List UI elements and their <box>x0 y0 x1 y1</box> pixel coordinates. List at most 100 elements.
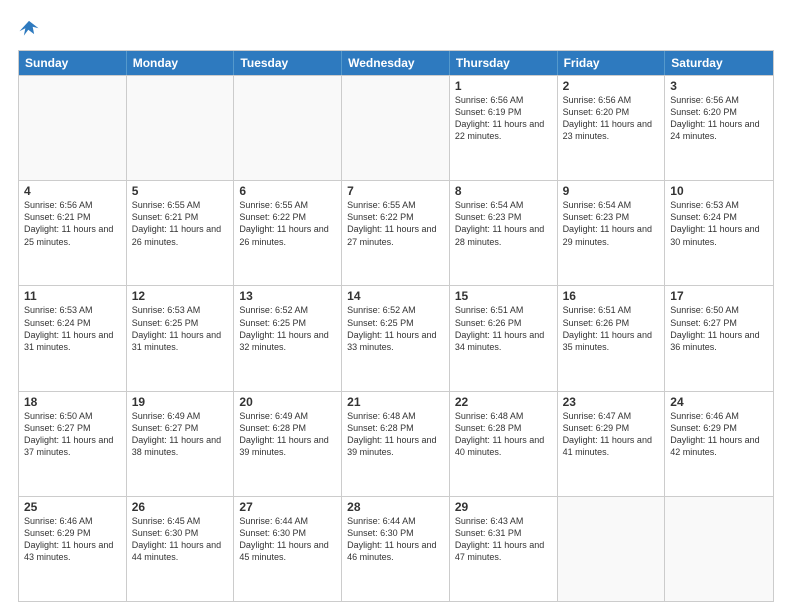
cell-info: Sunrise: 6:51 AM Sunset: 6:26 PM Dayligh… <box>455 304 552 353</box>
day-number: 9 <box>563 184 660 198</box>
calendar-cell: 7Sunrise: 6:55 AM Sunset: 6:22 PM Daylig… <box>342 181 450 285</box>
calendar-cell: 21Sunrise: 6:48 AM Sunset: 6:28 PM Dayli… <box>342 392 450 496</box>
day-number: 4 <box>24 184 121 198</box>
cell-info: Sunrise: 6:52 AM Sunset: 6:25 PM Dayligh… <box>347 304 444 353</box>
day-number: 13 <box>239 289 336 303</box>
cell-info: Sunrise: 6:54 AM Sunset: 6:23 PM Dayligh… <box>455 199 552 248</box>
day-number: 6 <box>239 184 336 198</box>
cell-info: Sunrise: 6:56 AM Sunset: 6:19 PM Dayligh… <box>455 94 552 143</box>
cell-info: Sunrise: 6:43 AM Sunset: 6:31 PM Dayligh… <box>455 515 552 564</box>
cell-info: Sunrise: 6:52 AM Sunset: 6:25 PM Dayligh… <box>239 304 336 353</box>
calendar: SundayMondayTuesdayWednesdayThursdayFrid… <box>18 50 774 602</box>
calendar-cell: 16Sunrise: 6:51 AM Sunset: 6:26 PM Dayli… <box>558 286 666 390</box>
calendar-cell <box>234 76 342 180</box>
day-number: 17 <box>670 289 768 303</box>
day-number: 28 <box>347 500 444 514</box>
cell-info: Sunrise: 6:56 AM Sunset: 6:20 PM Dayligh… <box>563 94 660 143</box>
day-number: 7 <box>347 184 444 198</box>
cell-info: Sunrise: 6:55 AM Sunset: 6:21 PM Dayligh… <box>132 199 229 248</box>
calendar-cell: 3Sunrise: 6:56 AM Sunset: 6:20 PM Daylig… <box>665 76 773 180</box>
cell-info: Sunrise: 6:44 AM Sunset: 6:30 PM Dayligh… <box>347 515 444 564</box>
day-number: 15 <box>455 289 552 303</box>
cell-info: Sunrise: 6:55 AM Sunset: 6:22 PM Dayligh… <box>347 199 444 248</box>
calendar-cell: 25Sunrise: 6:46 AM Sunset: 6:29 PM Dayli… <box>19 497 127 601</box>
cell-info: Sunrise: 6:53 AM Sunset: 6:24 PM Dayligh… <box>24 304 121 353</box>
cell-info: Sunrise: 6:49 AM Sunset: 6:28 PM Dayligh… <box>239 410 336 459</box>
cell-info: Sunrise: 6:44 AM Sunset: 6:30 PM Dayligh… <box>239 515 336 564</box>
day-number: 20 <box>239 395 336 409</box>
cell-info: Sunrise: 6:46 AM Sunset: 6:29 PM Dayligh… <box>24 515 121 564</box>
cell-info: Sunrise: 6:47 AM Sunset: 6:29 PM Dayligh… <box>563 410 660 459</box>
cell-info: Sunrise: 6:45 AM Sunset: 6:30 PM Dayligh… <box>132 515 229 564</box>
day-number: 27 <box>239 500 336 514</box>
calendar-row: 18Sunrise: 6:50 AM Sunset: 6:27 PM Dayli… <box>19 391 773 496</box>
calendar-cell: 13Sunrise: 6:52 AM Sunset: 6:25 PM Dayli… <box>234 286 342 390</box>
calendar-cell: 26Sunrise: 6:45 AM Sunset: 6:30 PM Dayli… <box>127 497 235 601</box>
calendar-cell: 6Sunrise: 6:55 AM Sunset: 6:22 PM Daylig… <box>234 181 342 285</box>
calendar-cell <box>342 76 450 180</box>
calendar-cell: 27Sunrise: 6:44 AM Sunset: 6:30 PM Dayli… <box>234 497 342 601</box>
logo-icon <box>18 18 40 40</box>
weekday-header: Wednesday <box>342 51 450 75</box>
calendar-header: SundayMondayTuesdayWednesdayThursdayFrid… <box>19 51 773 75</box>
calendar-cell: 2Sunrise: 6:56 AM Sunset: 6:20 PM Daylig… <box>558 76 666 180</box>
calendar-cell: 23Sunrise: 6:47 AM Sunset: 6:29 PM Dayli… <box>558 392 666 496</box>
cell-info: Sunrise: 6:48 AM Sunset: 6:28 PM Dayligh… <box>347 410 444 459</box>
calendar-cell <box>19 76 127 180</box>
day-number: 10 <box>670 184 768 198</box>
calendar-cell: 9Sunrise: 6:54 AM Sunset: 6:23 PM Daylig… <box>558 181 666 285</box>
calendar-cell: 28Sunrise: 6:44 AM Sunset: 6:30 PM Dayli… <box>342 497 450 601</box>
calendar-cell <box>558 497 666 601</box>
calendar-row: 4Sunrise: 6:56 AM Sunset: 6:21 PM Daylig… <box>19 180 773 285</box>
day-number: 22 <box>455 395 552 409</box>
day-number: 19 <box>132 395 229 409</box>
calendar-row: 11Sunrise: 6:53 AM Sunset: 6:24 PM Dayli… <box>19 285 773 390</box>
calendar-cell: 14Sunrise: 6:52 AM Sunset: 6:25 PM Dayli… <box>342 286 450 390</box>
day-number: 3 <box>670 79 768 93</box>
day-number: 18 <box>24 395 121 409</box>
calendar-cell: 24Sunrise: 6:46 AM Sunset: 6:29 PM Dayli… <box>665 392 773 496</box>
weekday-header: Tuesday <box>234 51 342 75</box>
day-number: 2 <box>563 79 660 93</box>
weekday-header: Monday <box>127 51 235 75</box>
cell-info: Sunrise: 6:56 AM Sunset: 6:20 PM Dayligh… <box>670 94 768 143</box>
day-number: 16 <box>563 289 660 303</box>
cell-info: Sunrise: 6:50 AM Sunset: 6:27 PM Dayligh… <box>670 304 768 353</box>
weekday-header: Sunday <box>19 51 127 75</box>
cell-info: Sunrise: 6:55 AM Sunset: 6:22 PM Dayligh… <box>239 199 336 248</box>
cell-info: Sunrise: 6:51 AM Sunset: 6:26 PM Dayligh… <box>563 304 660 353</box>
calendar-cell: 19Sunrise: 6:49 AM Sunset: 6:27 PM Dayli… <box>127 392 235 496</box>
day-number: 1 <box>455 79 552 93</box>
logo <box>18 18 44 40</box>
day-number: 5 <box>132 184 229 198</box>
calendar-cell: 5Sunrise: 6:55 AM Sunset: 6:21 PM Daylig… <box>127 181 235 285</box>
cell-info: Sunrise: 6:48 AM Sunset: 6:28 PM Dayligh… <box>455 410 552 459</box>
cell-info: Sunrise: 6:53 AM Sunset: 6:25 PM Dayligh… <box>132 304 229 353</box>
weekday-header: Saturday <box>665 51 773 75</box>
day-number: 29 <box>455 500 552 514</box>
calendar-cell: 29Sunrise: 6:43 AM Sunset: 6:31 PM Dayli… <box>450 497 558 601</box>
calendar-cell: 12Sunrise: 6:53 AM Sunset: 6:25 PM Dayli… <box>127 286 235 390</box>
day-number: 11 <box>24 289 121 303</box>
day-number: 25 <box>24 500 121 514</box>
calendar-cell: 8Sunrise: 6:54 AM Sunset: 6:23 PM Daylig… <box>450 181 558 285</box>
calendar-cell: 20Sunrise: 6:49 AM Sunset: 6:28 PM Dayli… <box>234 392 342 496</box>
calendar-cell: 18Sunrise: 6:50 AM Sunset: 6:27 PM Dayli… <box>19 392 127 496</box>
calendar-cell: 15Sunrise: 6:51 AM Sunset: 6:26 PM Dayli… <box>450 286 558 390</box>
calendar-row: 1Sunrise: 6:56 AM Sunset: 6:19 PM Daylig… <box>19 75 773 180</box>
weekday-header: Friday <box>558 51 666 75</box>
cell-info: Sunrise: 6:53 AM Sunset: 6:24 PM Dayligh… <box>670 199 768 248</box>
calendar-cell: 1Sunrise: 6:56 AM Sunset: 6:19 PM Daylig… <box>450 76 558 180</box>
calendar-cell: 4Sunrise: 6:56 AM Sunset: 6:21 PM Daylig… <box>19 181 127 285</box>
day-number: 23 <box>563 395 660 409</box>
calendar-cell: 17Sunrise: 6:50 AM Sunset: 6:27 PM Dayli… <box>665 286 773 390</box>
weekday-header: Thursday <box>450 51 558 75</box>
calendar-cell <box>127 76 235 180</box>
calendar-body: 1Sunrise: 6:56 AM Sunset: 6:19 PM Daylig… <box>19 75 773 601</box>
day-number: 14 <box>347 289 444 303</box>
calendar-cell: 10Sunrise: 6:53 AM Sunset: 6:24 PM Dayli… <box>665 181 773 285</box>
calendar-cell <box>665 497 773 601</box>
cell-info: Sunrise: 6:49 AM Sunset: 6:27 PM Dayligh… <box>132 410 229 459</box>
cell-info: Sunrise: 6:56 AM Sunset: 6:21 PM Dayligh… <box>24 199 121 248</box>
day-number: 21 <box>347 395 444 409</box>
